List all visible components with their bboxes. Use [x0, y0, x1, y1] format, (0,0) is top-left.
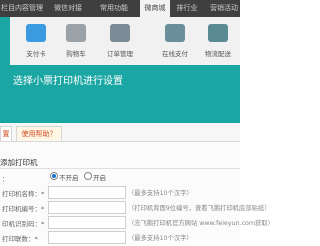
tab-micro-mall[interactable]: 微商城 [140, 0, 170, 17]
settings-tab-row: 置 使用帮助？ [0, 123, 240, 142]
menu-item-label: 订单管理 [107, 50, 133, 58]
menu-item-label: 在线支付 [162, 50, 188, 58]
cart-icon [66, 24, 86, 42]
tab-column-content[interactable]: 栏目内容管理 [0, 0, 44, 16]
instruction-overlay: 选择小票打印机进行设置 [0, 65, 240, 123]
radio-label: 开启 [93, 174, 106, 182]
form-row-print-copies: 打印联数：* （最多支持10个汉字） [0, 231, 240, 246]
radio-enable[interactable] [84, 172, 92, 180]
menu-item-label: 支付卡 [26, 50, 46, 58]
radio-label: 不开启 [59, 174, 79, 182]
pay-icon [165, 24, 185, 42]
printer-form: 添加打印机 ： 不开启 开启 打印机名称：* （最多支持10个汉字） 打印机编号… [0, 142, 274, 244]
card-icon [26, 24, 46, 42]
instruction-text: 选择小票打印机进行设置 [13, 76, 123, 87]
menu-item-payment-card[interactable]: 支付卡 [14, 22, 54, 64]
top-nav-bar: 栏目内容管理 微信对接 常用功能 微商城 排行业 营销活动 [0, 0, 240, 17]
tab-common-functions[interactable]: 常用功能 [92, 0, 136, 16]
tab-marketing[interactable]: 营销活动 [204, 0, 244, 16]
tab-help[interactable]: 使用帮助？ [16, 126, 62, 141]
order-icon [110, 24, 130, 42]
menu-item-label: 购物车 [66, 50, 86, 58]
field-hint: （最多支持10个汉字） [128, 235, 193, 242]
selected-tile[interactable] [0, 17, 10, 65]
tab-ranking[interactable]: 排行业 [172, 0, 202, 16]
field-hint: （最多支持10个汉字） [128, 190, 193, 197]
printer-code-input[interactable] [48, 216, 126, 229]
tab-settings[interactable]: 置 [0, 126, 12, 141]
menu-item-cart[interactable]: 购物车 [54, 22, 94, 64]
field-label: 打印机名称：* [2, 190, 45, 198]
print-copies-input[interactable] [48, 231, 126, 244]
form-row-printer-code: 印机识别码：* （去飞鹅打印机官方网站 www.feieyun.com获取） [0, 216, 274, 231]
divider [0, 168, 240, 169]
menu-item-online-pay[interactable]: 在线支付 [153, 22, 193, 64]
menu-item-label: 物流配送 [205, 50, 231, 58]
field-hint: （去飞鹅打印机官方网站 www.feieyun.com获取） [128, 220, 274, 227]
shipping-icon [208, 24, 228, 42]
form-row-enable: ： 不开启 开启 [0, 171, 240, 186]
radio-disable[interactable] [50, 172, 58, 180]
printer-name-input[interactable] [48, 186, 126, 199]
field-label: 打印联数：* [2, 235, 38, 243]
field-label: 打印机编号：* [2, 205, 45, 213]
form-title: 添加打印机 [0, 158, 38, 167]
printer-number-input[interactable] [48, 201, 126, 214]
menu-item-shipping[interactable]: 物流配送 [196, 22, 236, 64]
field-label: ： [2, 175, 9, 183]
form-row-printer-name: 打印机名称：* （最多支持10个汉字） [0, 186, 240, 201]
field-label: 印机识别码：* [2, 220, 45, 228]
tab-wechat[interactable]: 微信对接 [46, 0, 90, 16]
function-menu: 支付卡 购物车 订单管理 在线支付 物流配送 [0, 17, 240, 65]
form-row-printer-number: 打印机编号：* （打印机背面9位编号，查看飞鹅打印机底部贴纸） [0, 201, 271, 216]
field-hint: （打印机背面9位编号，查看飞鹅打印机底部贴纸） [128, 205, 271, 212]
menu-item-orders[interactable]: 订单管理 [98, 22, 138, 64]
